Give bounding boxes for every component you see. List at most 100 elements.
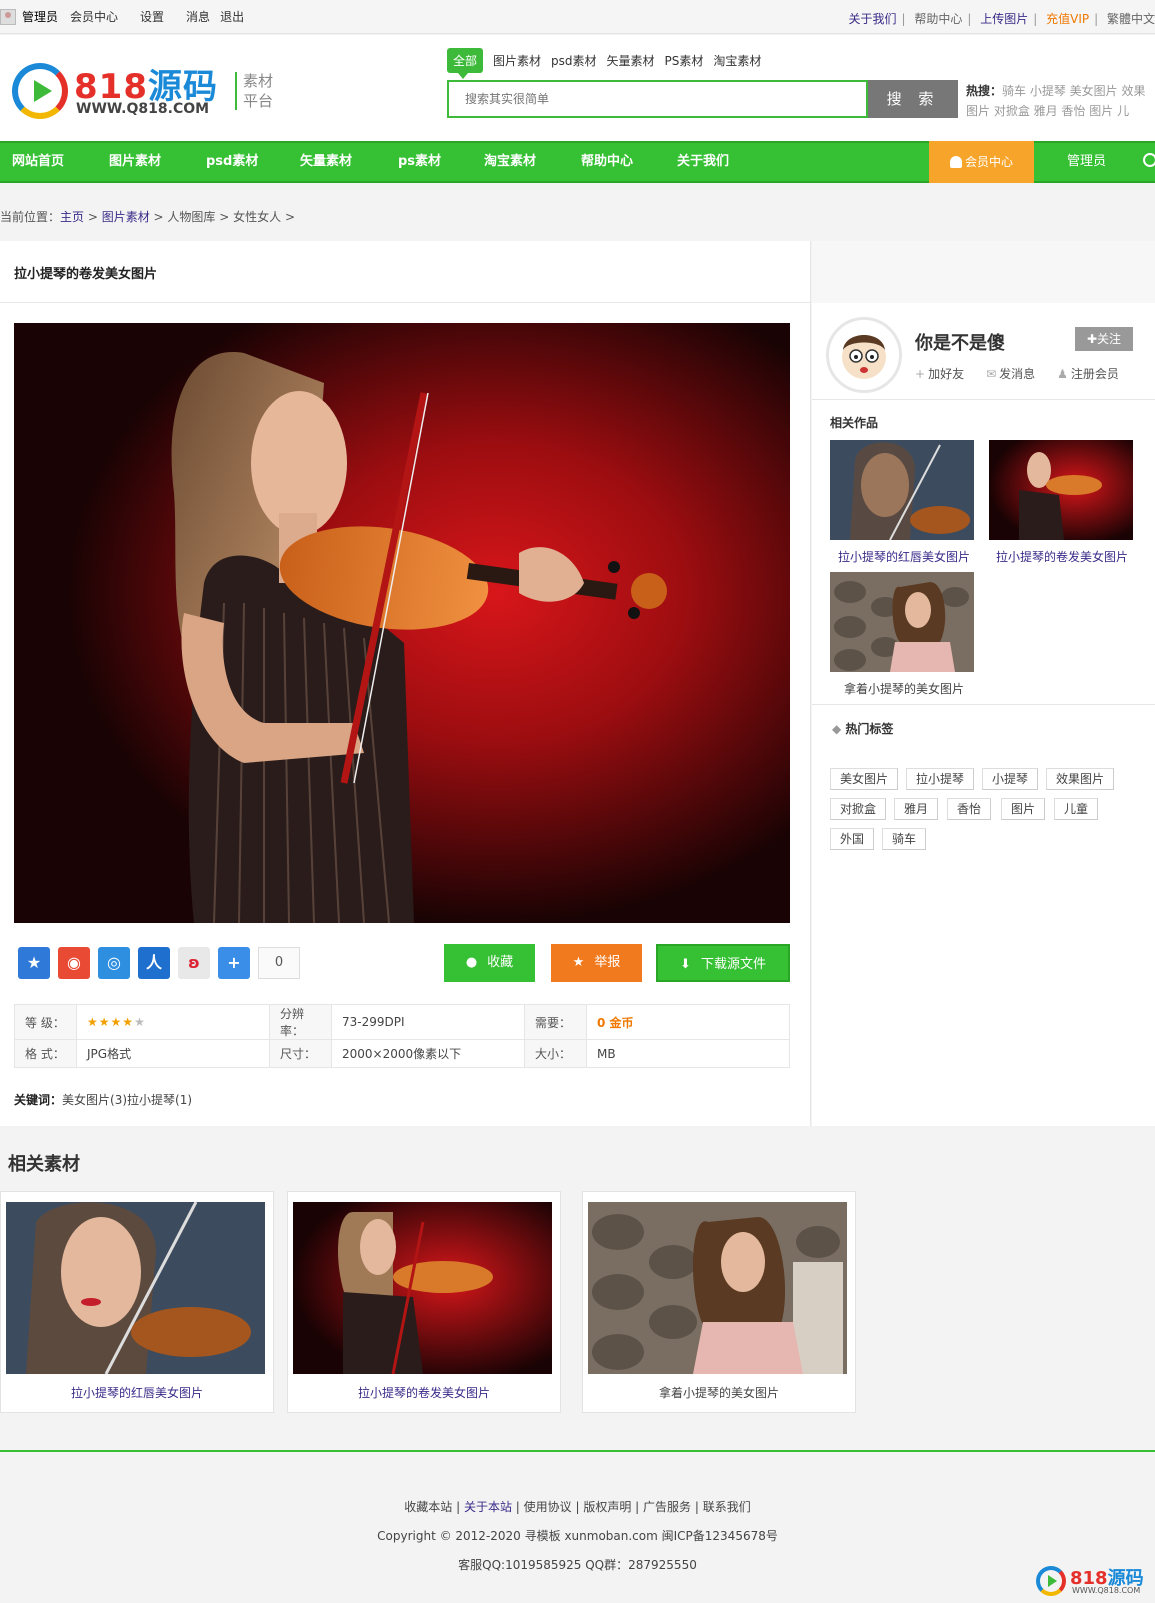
tag-item[interactable]: 香怡: [947, 798, 992, 820]
tag-item[interactable]: 对掀盒: [830, 798, 887, 820]
nav-psd[interactable]: psd素材: [206, 143, 258, 181]
tag-item[interactable]: 效果图片: [1046, 768, 1115, 790]
footer-logo[interactable]: 818源码 WWW.Q818.COM: [1036, 1564, 1152, 1600]
favorite-button[interactable]: ● 收藏: [444, 944, 535, 982]
breadcrumb-home[interactable]: 主页: [60, 210, 84, 224]
search-input[interactable]: [449, 82, 866, 116]
register-link[interactable]: ♟ 注册会员: [1057, 365, 1119, 382]
settings-link[interactable]: 设置: [140, 8, 164, 25]
send-message-link[interactable]: ✉ 发消息: [986, 365, 1035, 382]
related-caption-1[interactable]: 拉小提琴的红唇美女图片: [824, 548, 984, 565]
related-thumb-2[interactable]: [989, 440, 1133, 540]
related-thumb-1[interactable]: [830, 440, 974, 540]
renren-share-icon[interactable]: 人: [138, 947, 170, 979]
footer-link[interactable]: 使用协议: [524, 1500, 572, 1514]
sidebar-top-spacer: [812, 241, 1155, 303]
mail-icon: ✉: [986, 367, 997, 381]
nav-help[interactable]: 帮助中心: [581, 143, 633, 181]
breadcrumb-leaf[interactable]: 女性女人: [233, 210, 281, 224]
main-photo[interactable]: [14, 323, 790, 923]
search-button[interactable]: 搜 索: [868, 80, 958, 118]
weibo-share-icon[interactable]: ◉: [58, 947, 90, 979]
tag-item[interactable]: 美女图片: [830, 768, 899, 790]
follow-button[interactable]: ✚关注: [1075, 327, 1133, 351]
tag-item[interactable]: 小提琴: [982, 768, 1039, 790]
qzone-share-icon[interactable]: ★: [18, 947, 50, 979]
author-name[interactable]: 你是不是傻: [915, 329, 1005, 355]
related-card-2[interactable]: 拉小提琴的卷发美女图片: [287, 1191, 561, 1413]
breadcrumb-sub[interactable]: 人物图库: [167, 210, 215, 224]
power-icon[interactable]: [1143, 153, 1155, 167]
footer-logo-play-icon: [1036, 1566, 1066, 1596]
tag-item[interactable]: 骑车: [882, 828, 927, 850]
about-link[interactable]: 关于我们: [848, 12, 896, 26]
related-card-1[interactable]: 拉小提琴的红唇美女图片: [0, 1191, 274, 1413]
related-card-image[interactable]: [293, 1202, 552, 1374]
tag-item[interactable]: 图片: [1001, 798, 1046, 820]
related-card-image[interactable]: [588, 1202, 847, 1374]
vip-link[interactable]: 充值VIP: [1046, 12, 1089, 26]
keywords-links[interactable]: 美女图片(3)拉小提琴(1): [62, 1093, 192, 1107]
author-avatar[interactable]: [826, 317, 902, 393]
star-empty-icon: ★: [134, 1015, 146, 1029]
search-tab-ps[interactable]: PS素材: [665, 52, 704, 69]
tencent-weibo-share-icon[interactable]: ◎: [98, 947, 130, 979]
logo-url: WWW.Q818.COM: [76, 101, 210, 117]
related-caption-3[interactable]: 拿着小提琴的美女图片: [824, 680, 984, 697]
member-center-link[interactable]: 会员中心: [70, 8, 118, 25]
logo-play-icon[interactable]: [12, 63, 68, 119]
footer-link[interactable]: 关于本站: [464, 1500, 512, 1514]
nav-member-center[interactable]: 会员中心: [929, 141, 1034, 183]
messages-link[interactable]: 消息: [186, 8, 210, 25]
nav-home[interactable]: 网站首页: [12, 143, 64, 181]
related-card-caption[interactable]: 拉小提琴的卷发美女图片: [288, 1384, 560, 1401]
tag-item[interactable]: 儿童: [1054, 798, 1099, 820]
search-tab-psd[interactable]: psd素材: [551, 52, 597, 69]
help-link[interactable]: 帮助中心: [914, 12, 962, 26]
tag-item[interactable]: 拉小提琴: [906, 768, 975, 790]
search-tab-all[interactable]: 全部: [447, 48, 484, 79]
download-button[interactable]: ⬇ 下载源文件: [656, 944, 790, 982]
related-card-3[interactable]: 拿着小提琴的美女图片: [582, 1191, 856, 1413]
breadcrumb-category[interactable]: 图片素材: [102, 210, 150, 224]
need-label: 需要：: [524, 1004, 587, 1040]
grade-value: ★★★★★: [76, 1004, 270, 1040]
search-tab-vector[interactable]: 矢量素材: [607, 52, 655, 69]
tag-item[interactable]: 雅月: [894, 798, 939, 820]
nav-ps[interactable]: ps素材: [398, 143, 441, 181]
footer-link[interactable]: 广告服务: [643, 1500, 691, 1514]
breadcrumb: 当前位置：主页 > 图片素材 > 人物图库 > 女性女人 >: [0, 210, 296, 224]
author-actions: + 加好友 ✉ 发消息 ♟ 注册会员: [915, 365, 1141, 382]
more-share-icon[interactable]: +: [218, 947, 250, 979]
nav-about[interactable]: 关于我们: [677, 143, 729, 181]
sidebar: 你是不是傻 ✚关注 + 加好友 ✉ 发消息 ♟ 注册会员 相关作品 拉小提琴的红唇美女…: [812, 303, 1155, 1126]
related-thumb-3[interactable]: [830, 572, 974, 672]
search-tab-images[interactable]: 图片素材: [493, 52, 541, 69]
related-card-image[interactable]: [6, 1202, 265, 1374]
related-caption-2[interactable]: 拉小提琴的卷发美女图片: [982, 548, 1142, 565]
footer-link[interactable]: 收藏本站: [404, 1500, 452, 1514]
footer-link[interactable]: 联系我们: [703, 1500, 751, 1514]
top-bar-left: 管理员 会员中心 设置 消息 退出: [0, 8, 266, 25]
footer: 收藏本站 | 关于本站 | 使用协议 | 版权声明 | 广告服务 | 联系我们 …: [0, 1450, 1155, 1603]
nav-images[interactable]: 图片素材: [109, 143, 161, 181]
admin-link[interactable]: 管理员: [22, 8, 58, 25]
share-bar: ★ ◉ ◎ 人 ʚ + 0: [18, 947, 300, 979]
related-card-caption[interactable]: 拿着小提琴的美女图片: [583, 1384, 855, 1401]
lang-link[interactable]: 繁體中文: [1107, 12, 1155, 26]
tag-item[interactable]: 外国: [830, 828, 875, 850]
related-card-caption[interactable]: 拉小提琴的红唇美女图片: [1, 1384, 273, 1401]
nav-vector[interactable]: 矢量素材: [300, 143, 352, 181]
top-bar-right: 关于我们 | 帮助中心 | 上传图片 | 充值VIP | 繁體中文: [848, 12, 1155, 26]
nav-taobao[interactable]: 淘宝素材: [484, 143, 536, 181]
netease-share-icon[interactable]: ʚ: [178, 947, 210, 979]
report-button[interactable]: ★ 举报: [551, 944, 642, 982]
page-title: 拉小提琴的卷发美女图片: [14, 267, 158, 282]
title-bar: 拉小提琴的卷发美女图片: [0, 241, 811, 303]
upload-link[interactable]: 上传图片: [980, 12, 1028, 26]
footer-link[interactable]: 版权声明: [583, 1500, 631, 1514]
logout-link[interactable]: 退出: [220, 8, 244, 25]
add-friend-link[interactable]: + 加好友: [915, 365, 964, 382]
nav-admin[interactable]: 管理员: [1067, 143, 1106, 181]
search-tab-taobao[interactable]: 淘宝素材: [713, 52, 761, 69]
